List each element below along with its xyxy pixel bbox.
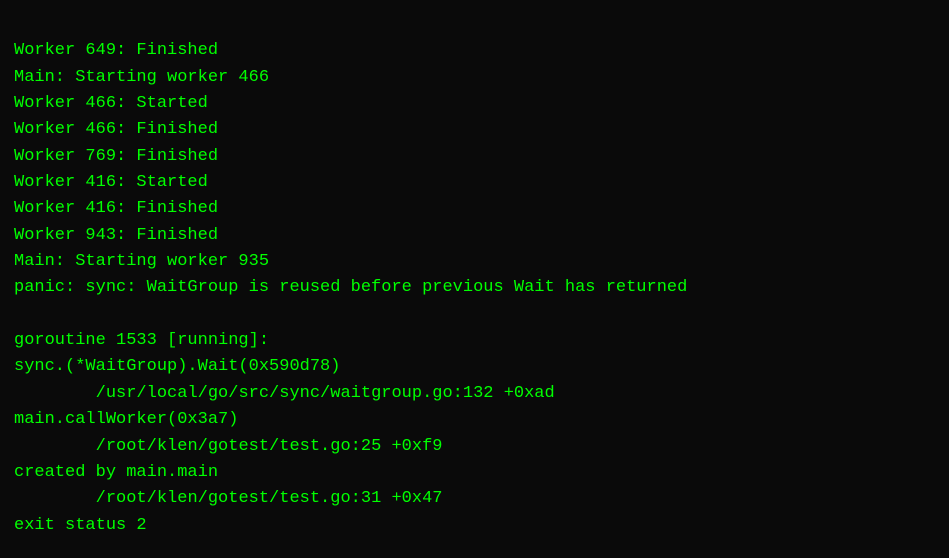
terminal-line: /root/klen/gotest/test.go:25 +0xf9 (14, 434, 935, 460)
terminal-line: Main: Starting worker 466 (14, 65, 935, 91)
terminal-line: Worker 943: Finished (14, 223, 935, 249)
terminal-line: exit status 2 (14, 513, 935, 539)
terminal-line: Main: Starting worker 935 (14, 249, 935, 275)
terminal-line: /usr/local/go/src/sync/waitgroup.go:132 … (14, 381, 935, 407)
terminal-line: /root/klen/gotest/test.go:31 +0x47 (14, 486, 935, 512)
terminal-line: goroutine 1533 [running]: (14, 328, 935, 354)
terminal-line: Worker 416: Started (14, 170, 935, 196)
terminal-line: Worker 649: Finished (14, 38, 935, 64)
terminal-output: Worker 649: FinishedMain: Starting worke… (0, 0, 949, 558)
terminal-line: main.callWorker(0x3a7) (14, 407, 935, 433)
terminal-line: panic: sync: WaitGroup is reused before … (14, 275, 935, 301)
terminal-line: Worker 416: Finished (14, 196, 935, 222)
terminal-line-empty (14, 302, 935, 328)
terminal-line: Worker 466: Started (14, 91, 935, 117)
terminal-line: sync.(*WaitGroup).Wait(0x590d78) (14, 354, 935, 380)
terminal-line: Worker 769: Finished (14, 144, 935, 170)
terminal-line: Worker 466: Finished (14, 117, 935, 143)
terminal-line: created by main.main (14, 460, 935, 486)
